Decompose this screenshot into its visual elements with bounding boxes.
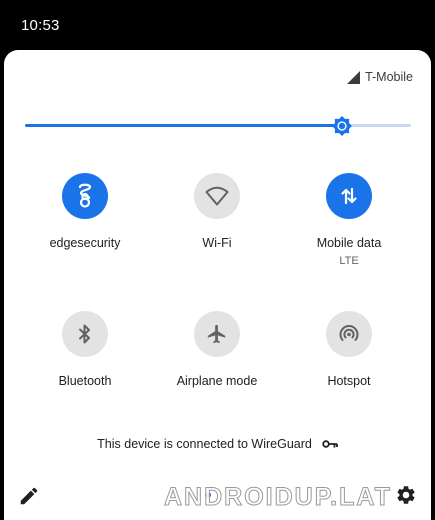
- tile-airplane-button[interactable]: [194, 311, 240, 357]
- brightness-fill: [25, 124, 342, 127]
- bottom-bar: ANDROIDUP.LAT: [4, 475, 431, 520]
- tile-label: Bluetooth: [58, 374, 112, 388]
- hotspot-icon: [339, 325, 359, 341]
- tile-mobile-data-button[interactable]: [326, 173, 372, 219]
- tile-airplane[interactable]: Airplane mode: [147, 311, 287, 388]
- tile-wifi[interactable]: Wi-Fi: [147, 173, 287, 250]
- tile-wifi-button[interactable]: [194, 173, 240, 219]
- tile-hotspot[interactable]: Hotspot: [279, 311, 419, 388]
- wifi-icon: [205, 186, 229, 206]
- carrier-name: T-Mobile: [365, 70, 413, 84]
- vpn-status-text: This device is connected to WireGuard: [97, 437, 312, 451]
- vpn-status[interactable]: This device is connected to WireGuard: [4, 437, 431, 451]
- airplane-icon: [207, 324, 226, 344]
- tile-label: edgesecurity: [49, 236, 121, 250]
- tile-label: Hotspot: [327, 374, 371, 388]
- tile-mobile-data[interactable]: Mobile data LTE: [279, 173, 419, 267]
- vpn-key-icon: [322, 440, 338, 448]
- watermark: ANDROIDUP.LAT: [164, 483, 392, 512]
- status-time: 10:53: [21, 17, 60, 34]
- brightness-slider[interactable]: [25, 116, 411, 136]
- quick-settings-panel: T-Mobile edgesecurity Wi-Fi Mobile data …: [4, 50, 431, 520]
- mobile-data-icon: [341, 187, 357, 205]
- vpn-app-icon: [78, 183, 92, 208]
- tile-label: Airplane mode: [176, 374, 258, 388]
- status-bar: 10:53: [0, 0, 435, 50]
- tile-label: Mobile data: [316, 236, 382, 250]
- tile-hotspot-button[interactable]: [326, 311, 372, 357]
- gear-icon[interactable]: [395, 484, 417, 506]
- tile-label: Wi-Fi: [202, 236, 232, 250]
- carrier-indicator: T-Mobile: [347, 70, 413, 84]
- tile-bluetooth[interactable]: Bluetooth: [15, 311, 155, 388]
- tile-sublabel: LTE: [339, 255, 359, 267]
- tile-bluetooth-button[interactable]: [62, 311, 108, 357]
- brightness-icon[interactable]: [331, 116, 352, 136]
- tile-edgesecurity[interactable]: edgesecurity: [15, 173, 155, 250]
- bluetooth-icon: [79, 324, 90, 344]
- tile-edgesecurity-button[interactable]: [62, 173, 108, 219]
- signal-icon: [347, 70, 361, 84]
- edit-icon[interactable]: [18, 485, 40, 507]
